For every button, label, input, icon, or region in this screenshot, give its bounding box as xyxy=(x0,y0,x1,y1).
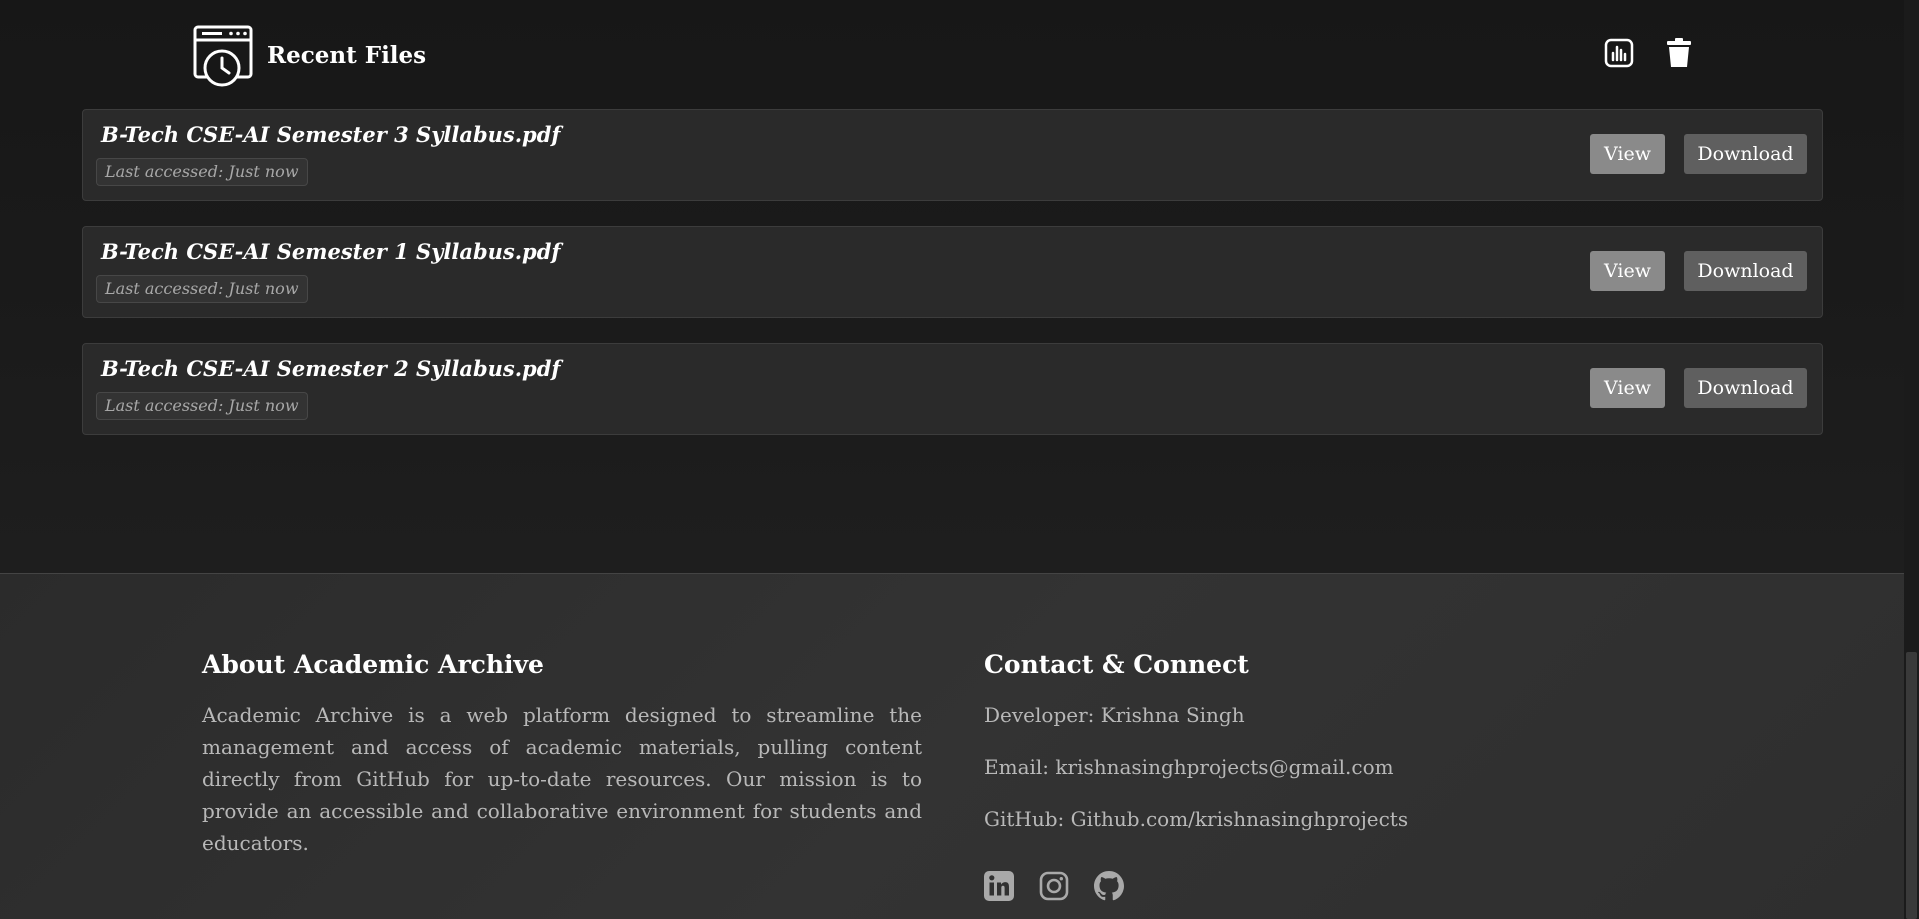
download-button[interactable]: Download xyxy=(1684,134,1807,174)
last-accessed-badge: Last accessed: Just now xyxy=(96,158,308,186)
file-name[interactable]: B-Tech CSE-AI Semester 2 Syllabus.pdf xyxy=(101,356,560,381)
recent-files-header: Recent Files xyxy=(192,24,1696,88)
about-text: Academic Archive is a web platform desig… xyxy=(202,703,922,855)
file-name[interactable]: B-Tech CSE-AI Semester 3 Syllabus.pdf xyxy=(101,122,560,147)
scrollbar-thumb[interactable] xyxy=(1906,652,1917,919)
download-button[interactable]: Download xyxy=(1684,368,1807,408)
linkedin-icon[interactable] xyxy=(984,871,1014,901)
instagram-icon[interactable] xyxy=(1039,871,1069,901)
last-accessed-badge: Last accessed: Just now xyxy=(96,275,308,303)
trash-icon xyxy=(1666,38,1692,72)
recent-files-title: Recent Files xyxy=(267,42,427,69)
footer: About Academic Archive Academic Archive … xyxy=(0,573,1904,919)
email-line[interactable]: Email: krishnasinghprojects@gmail.com xyxy=(984,751,1584,783)
download-button[interactable]: Download xyxy=(1684,251,1807,291)
stats-button[interactable] xyxy=(1602,38,1636,72)
developer-line: Developer: Krishna Singh xyxy=(984,703,1245,727)
stats-icon xyxy=(1604,38,1634,72)
file-name[interactable]: B-Tech CSE-AI Semester 1 Syllabus.pdf xyxy=(101,239,560,264)
last-accessed-badge: Last accessed: Just now xyxy=(96,392,308,420)
view-button[interactable]: View xyxy=(1590,251,1665,291)
view-button[interactable]: View xyxy=(1590,368,1665,408)
about-section: About Academic Archive Academic Archive … xyxy=(202,650,922,859)
contact-section: Contact & Connect Developer: Krishna Sin… xyxy=(984,650,1584,835)
file-card: B-Tech CSE-AI Semester 3 Syllabus.pdf La… xyxy=(82,109,1823,201)
file-card: B-Tech CSE-AI Semester 1 Syllabus.pdf La… xyxy=(82,226,1823,318)
contact-heading: Contact & Connect xyxy=(984,650,1249,679)
clear-history-button[interactable] xyxy=(1662,38,1696,72)
file-card: B-Tech CSE-AI Semester 2 Syllabus.pdf La… xyxy=(82,343,1823,435)
recent-files-clock-window-icon xyxy=(192,24,254,88)
github-line[interactable]: GitHub: Github.com/krishnasinghprojects xyxy=(984,803,1584,835)
github-icon[interactable] xyxy=(1094,871,1124,901)
about-heading: About Academic Archive xyxy=(202,650,544,679)
page: Recent Files B-Tech CSE-AI Semester 3 Sy… xyxy=(0,0,1919,919)
main-content: Recent Files B-Tech CSE-AI Semester 3 Sy… xyxy=(0,0,1904,573)
social-links xyxy=(984,871,1124,901)
view-button[interactable]: View xyxy=(1590,134,1665,174)
